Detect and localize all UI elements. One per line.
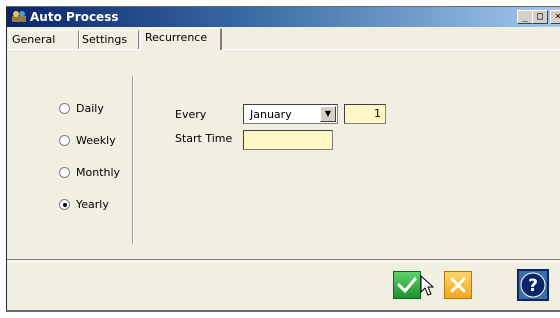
minimize-button[interactable]: _ bbox=[517, 10, 533, 24]
window-title: Auto Process bbox=[30, 10, 119, 24]
maximize-icon: □ bbox=[536, 11, 544, 22]
mouse-cursor-icon bbox=[420, 275, 435, 296]
radio-yearly[interactable]: Yearly bbox=[59, 196, 109, 212]
tab-general[interactable]: General bbox=[9, 30, 79, 49]
ok-button[interactable] bbox=[393, 271, 421, 299]
month-select[interactable]: January ▼ bbox=[243, 104, 338, 124]
help-button[interactable]: ? bbox=[517, 269, 549, 301]
tab-strip: General Settings Recurrence bbox=[7, 28, 560, 50]
chevron-down-icon[interactable]: ▼ bbox=[320, 106, 336, 122]
cancel-button[interactable] bbox=[444, 271, 472, 299]
question-icon: ? bbox=[520, 272, 546, 298]
radio-yearly-label: Yearly bbox=[76, 197, 109, 211]
radio-weekly-label: Weekly bbox=[76, 133, 116, 147]
title-bar[interactable]: Auto Process _ □ × bbox=[7, 7, 560, 27]
minimize-icon: _ bbox=[521, 11, 529, 22]
tab-recurrence-label: Recurrence bbox=[145, 31, 208, 44]
radio-monthly[interactable]: Monthly bbox=[59, 164, 120, 180]
svg-text:?: ? bbox=[528, 276, 538, 296]
button-bar: ? bbox=[7, 259, 560, 311]
tab-recurrence[interactable]: Recurrence bbox=[140, 28, 222, 50]
radio-monthly-label: Monthly bbox=[76, 165, 121, 179]
interval-input[interactable]: 1 bbox=[344, 104, 386, 124]
close-button[interactable]: × bbox=[550, 10, 560, 24]
radio-daily-button[interactable] bbox=[59, 102, 70, 114]
radio-monthly-button[interactable] bbox=[59, 166, 70, 178]
start-time-input[interactable] bbox=[243, 130, 333, 150]
tab-settings-label: Settings bbox=[82, 33, 128, 46]
app-icon bbox=[12, 11, 26, 22]
recurrence-panel: Daily Weekly Monthly Yearly Every Januar… bbox=[7, 49, 560, 259]
radio-daily[interactable]: Daily bbox=[59, 100, 104, 116]
tab-settings[interactable]: Settings bbox=[79, 30, 139, 49]
x-icon bbox=[450, 277, 466, 293]
close-icon: × bbox=[554, 11, 560, 22]
vertical-divider bbox=[132, 76, 134, 244]
tab-general-label: General bbox=[12, 33, 56, 46]
check-icon bbox=[397, 277, 417, 294]
maximize-button[interactable]: □ bbox=[532, 10, 548, 24]
auto-process-window: Auto Process _ □ × General Settings Recu… bbox=[6, 6, 560, 312]
radio-weekly[interactable]: Weekly bbox=[59, 132, 116, 148]
radio-yearly-button[interactable] bbox=[59, 198, 70, 210]
month-select-value: January bbox=[250, 108, 292, 121]
start-time-label: Start Time bbox=[175, 132, 233, 145]
radio-daily-label: Daily bbox=[76, 101, 104, 115]
every-label: Every bbox=[175, 108, 207, 121]
radio-weekly-button[interactable] bbox=[59, 134, 70, 146]
footer-divider bbox=[7, 261, 560, 263]
